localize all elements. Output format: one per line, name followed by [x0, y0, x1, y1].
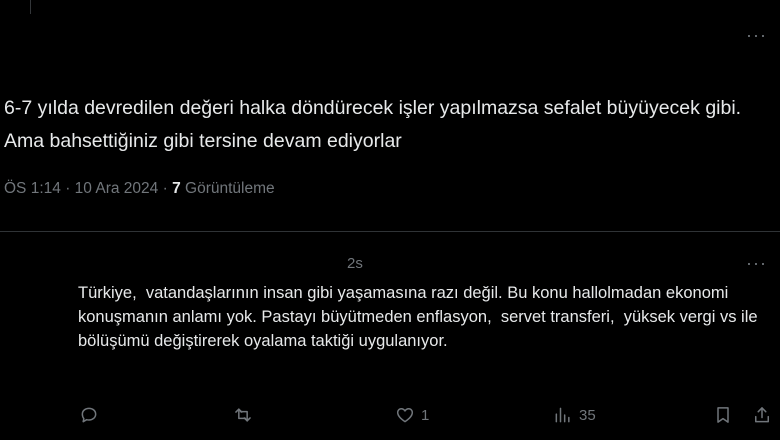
- views-icon: [555, 407, 570, 423]
- more-icon[interactable]: ···: [746, 254, 767, 272]
- tweet-text: 6-7 yılda devredilen değeri halka döndür…: [4, 97, 742, 152]
- views-count: 7: [172, 180, 181, 197]
- tweet-time[interactable]: ÖS 1:14: [4, 180, 61, 197]
- meta-separator: ·: [162, 180, 168, 197]
- views-button[interactable]: 35: [553, 405, 596, 425]
- bookmark-icon: [717, 407, 729, 423]
- views-count: 35: [579, 406, 596, 424]
- reply-time[interactable]: 2s: [347, 255, 363, 272]
- meta-separator: ·: [65, 180, 71, 197]
- like-button[interactable]: 1: [395, 405, 429, 425]
- reply-text: Türkiye, vatandaşlarının insan gibi yaşa…: [78, 284, 763, 350]
- share-icon: [755, 407, 769, 423]
- like-icon: [396, 408, 414, 423]
- like-count: 1: [421, 406, 430, 424]
- retweet-icon: [235, 408, 251, 422]
- tweet-meta: ÖS 1:14 · 10 Ara 2024 · 7 Görüntüleme: [4, 180, 275, 198]
- divider: [0, 231, 780, 232]
- retweet-button[interactable]: [233, 405, 259, 425]
- views-label: Görüntüleme: [185, 180, 275, 197]
- tweet-date[interactable]: 10 Ara 2024: [75, 180, 159, 197]
- reply-icon: [81, 407, 97, 423]
- share-button[interactable]: [752, 405, 772, 425]
- more-icon[interactable]: ···: [746, 26, 767, 44]
- thread-line: [30, 0, 31, 14]
- bookmark-button[interactable]: [713, 405, 733, 425]
- reply-button[interactable]: [79, 405, 105, 425]
